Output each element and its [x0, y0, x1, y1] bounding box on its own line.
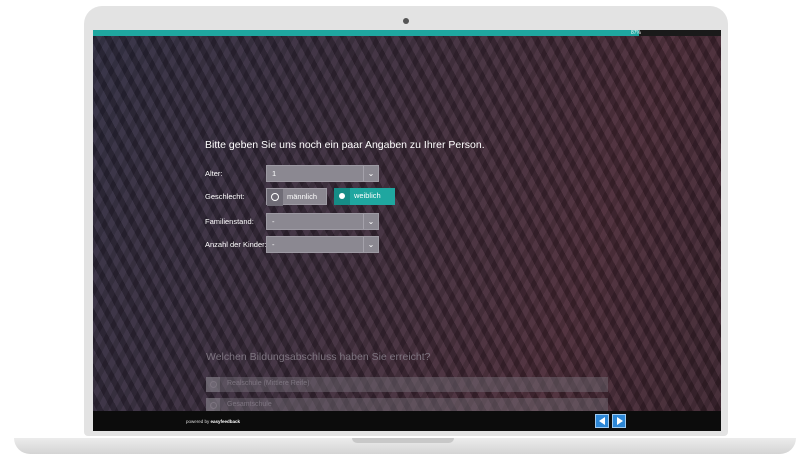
gender-option-label: weiblich — [354, 191, 381, 200]
radio-selected-icon — [339, 193, 345, 199]
children-select[interactable]: - ⌄ — [266, 236, 379, 253]
gender-label: Geschlecht: — [205, 192, 245, 201]
powered-by: powered by easyfeedback — [186, 419, 240, 424]
radio-button — [334, 188, 350, 205]
survey-screen: 87% Bitte geben Sie uns noch ein paar An… — [93, 30, 721, 431]
radio-button — [206, 377, 220, 392]
footer-bar: powered by easyfeedback — [93, 411, 721, 431]
camera-icon — [403, 18, 409, 24]
question-heading: Bitte geben Sie uns noch ein paar Angabe… — [205, 139, 485, 151]
prev-button[interactable] — [595, 414, 609, 428]
gender-option-label: männlich — [287, 192, 318, 201]
marital-value: - — [272, 217, 275, 226]
gender-option-female[interactable]: weiblich — [334, 188, 395, 205]
arrow-left-icon — [599, 417, 605, 425]
age-label: Alter: — [205, 169, 223, 178]
arrow-right-icon — [617, 417, 623, 425]
chevron-down-icon: ⌄ — [363, 166, 378, 181]
age-select[interactable]: 1 ⌄ — [266, 165, 379, 182]
brand-name: easyfeedback — [210, 419, 241, 424]
next-question-title: Welchen Bildungsabschluss haben Sie erre… — [206, 351, 431, 363]
chevron-down-icon: ⌄ — [363, 237, 378, 252]
marital-label: Familienstand: — [205, 217, 254, 226]
education-option[interactable]: Realschule (Mittlere Reife) — [206, 377, 608, 392]
education-option-label: Realschule (Mittlere Reife) — [227, 380, 310, 387]
radio-circle-icon — [210, 402, 217, 409]
powered-prefix: powered by — [186, 419, 210, 424]
chevron-down-icon: ⌄ — [363, 214, 378, 229]
next-button[interactable] — [612, 414, 626, 428]
progress-bar: 87% — [93, 30, 721, 36]
radio-circle-icon — [210, 381, 217, 388]
progress-label: 87% — [630, 30, 641, 36]
education-option-label: Gesamtschule — [227, 401, 272, 408]
progress-fill — [93, 30, 640, 36]
laptop-notch — [352, 438, 454, 443]
age-value: 1 — [272, 169, 277, 178]
radio-button — [267, 189, 283, 206]
marital-select[interactable]: - ⌄ — [266, 213, 379, 230]
children-label: Anzahl der Kinder: — [205, 240, 267, 249]
gender-option-male[interactable]: männlich — [266, 188, 327, 206]
radio-circle-icon — [271, 193, 279, 201]
children-value: - — [272, 240, 275, 249]
